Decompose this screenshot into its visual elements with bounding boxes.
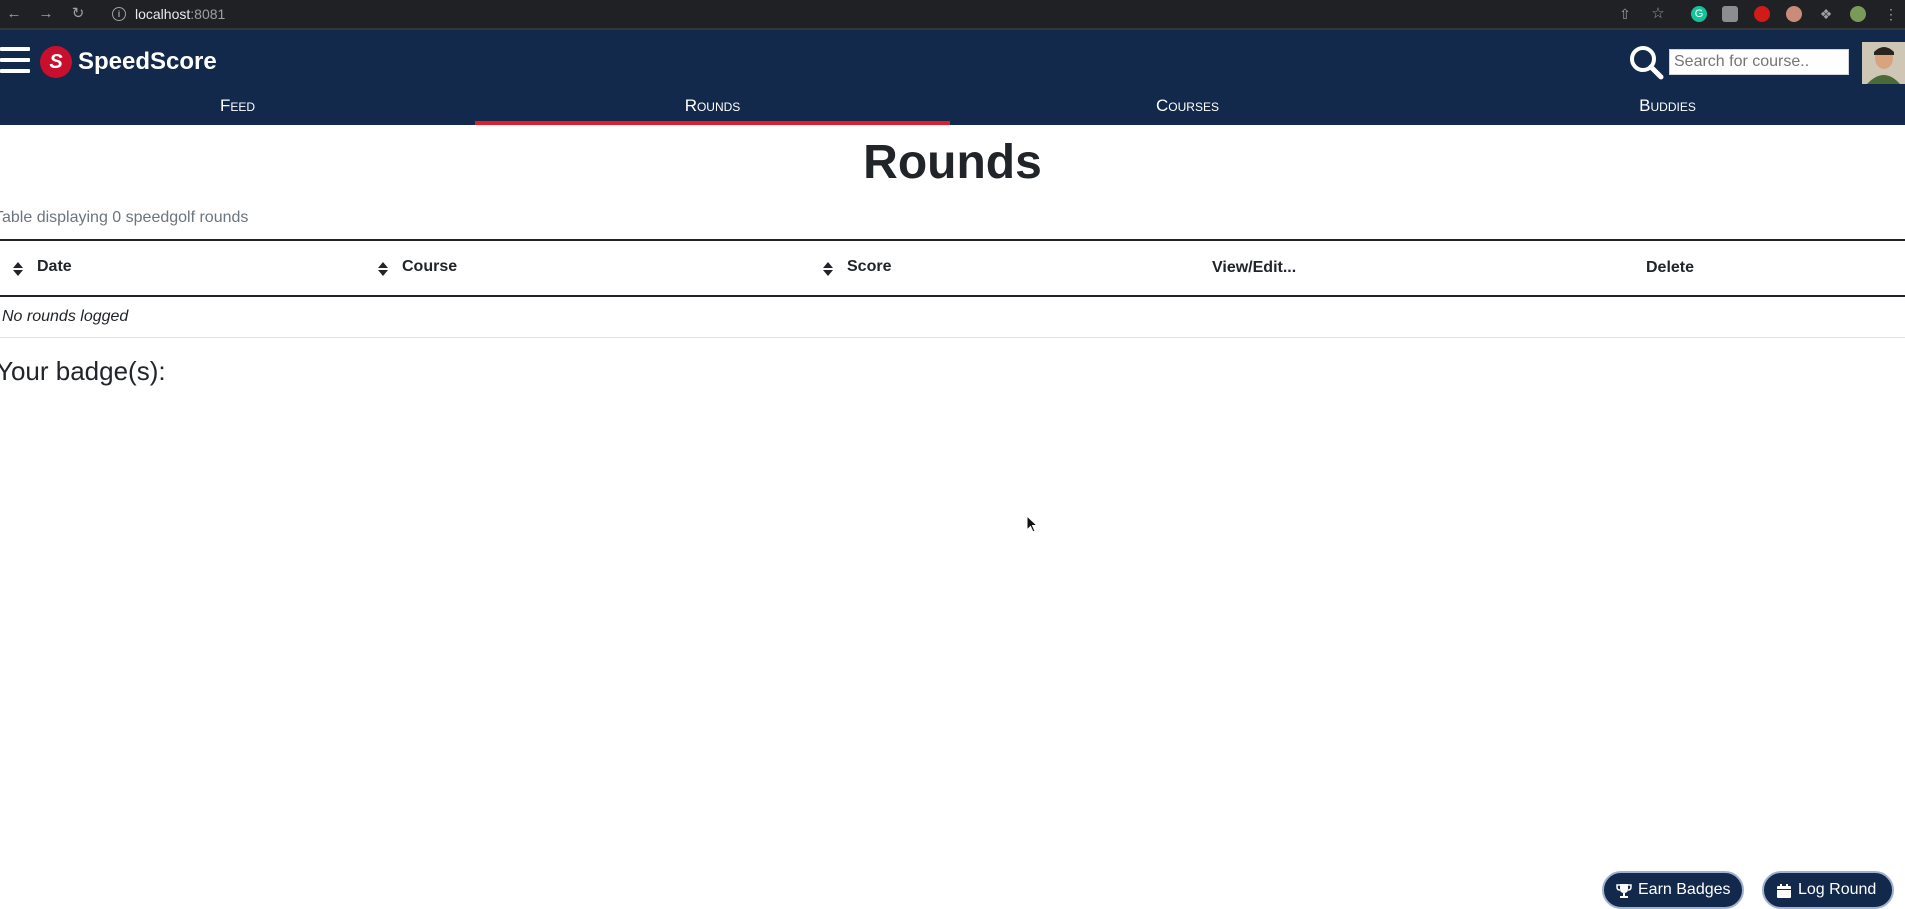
tab-buddies[interactable]: Buddies [1430, 91, 1905, 125]
app-brand: SpeedScore [78, 48, 217, 75]
column-header-date[interactable]: Date [37, 258, 72, 276]
reload-icon[interactable]: ↻ [68, 4, 88, 24]
tab-rounds[interactable]: Rounds [475, 91, 950, 125]
site-info-icon[interactable]: i [112, 7, 126, 21]
speedscore-logo [40, 46, 72, 78]
mouse-cursor-icon [1026, 515, 1039, 533]
trophy-icon [1616, 884, 1632, 898]
url-host: localhost [135, 6, 191, 22]
earn-badges-label: Earn Badges [1638, 881, 1731, 898]
table-header-border [0, 295, 1905, 297]
user-avatar[interactable] [1862, 42, 1905, 84]
address-bar[interactable]: i localhost:8081 [100, 2, 1680, 26]
sort-icon[interactable] [13, 262, 23, 276]
profile-avatar-icon[interactable] [1850, 6, 1866, 22]
course-search-input[interactable] [1669, 49, 1849, 75]
log-round-button[interactable]: Log Round [1762, 871, 1894, 909]
column-header-delete: Delete [1646, 259, 1695, 276]
url-port: :8081 [190, 6, 226, 22]
sort-icon[interactable] [378, 262, 388, 276]
extensions-puzzle-icon[interactable]: ❖ [1818, 6, 1834, 22]
earn-badges-button[interactable]: Earn Badges [1602, 871, 1744, 909]
column-header-view-edit: View/Edit... [1212, 259, 1297, 276]
menu-hamburger-icon[interactable] [0, 47, 30, 73]
column-header-course[interactable]: Course [402, 258, 457, 276]
extension-icon[interactable] [1786, 6, 1802, 22]
page-title: Rounds [863, 136, 1042, 189]
sort-icon[interactable] [823, 262, 833, 276]
empty-table-message: No rounds logged [2, 308, 129, 325]
browser-toolbar: ← → ↻ i localhost:8081 ⇧ ☆ G ❖ ⋮ [0, 0, 1905, 30]
forward-icon[interactable]: → [36, 4, 56, 24]
back-icon[interactable]: ← [4, 4, 24, 24]
table-row-border [0, 337, 1905, 338]
adblock-extension-icon[interactable] [1754, 6, 1770, 22]
log-round-label: Log Round [1798, 881, 1877, 898]
extension-icon[interactable] [1722, 6, 1738, 22]
share-icon[interactable]: ⇧ [1617, 6, 1633, 22]
url-text: localhost:8081 [135, 2, 225, 26]
column-header-score[interactable]: Score [847, 258, 891, 276]
badges-heading: Your badge(s): [0, 356, 166, 386]
table-top-border [0, 239, 1905, 241]
main-nav-tabs: Feed Rounds Courses Buddies [0, 91, 1905, 125]
browser-menu-icon[interactable]: ⋮ [1883, 6, 1899, 22]
search-icon[interactable] [1628, 44, 1664, 80]
tab-courses[interactable]: Courses [950, 91, 1425, 125]
tab-feed[interactable]: Feed [0, 91, 475, 125]
table-caption: Table displaying 0 speedgolf rounds [0, 209, 249, 226]
bookmark-star-icon[interactable]: ☆ [1650, 6, 1666, 22]
calendar-icon [1777, 884, 1791, 898]
grammarly-extension-icon[interactable]: G [1691, 6, 1707, 22]
